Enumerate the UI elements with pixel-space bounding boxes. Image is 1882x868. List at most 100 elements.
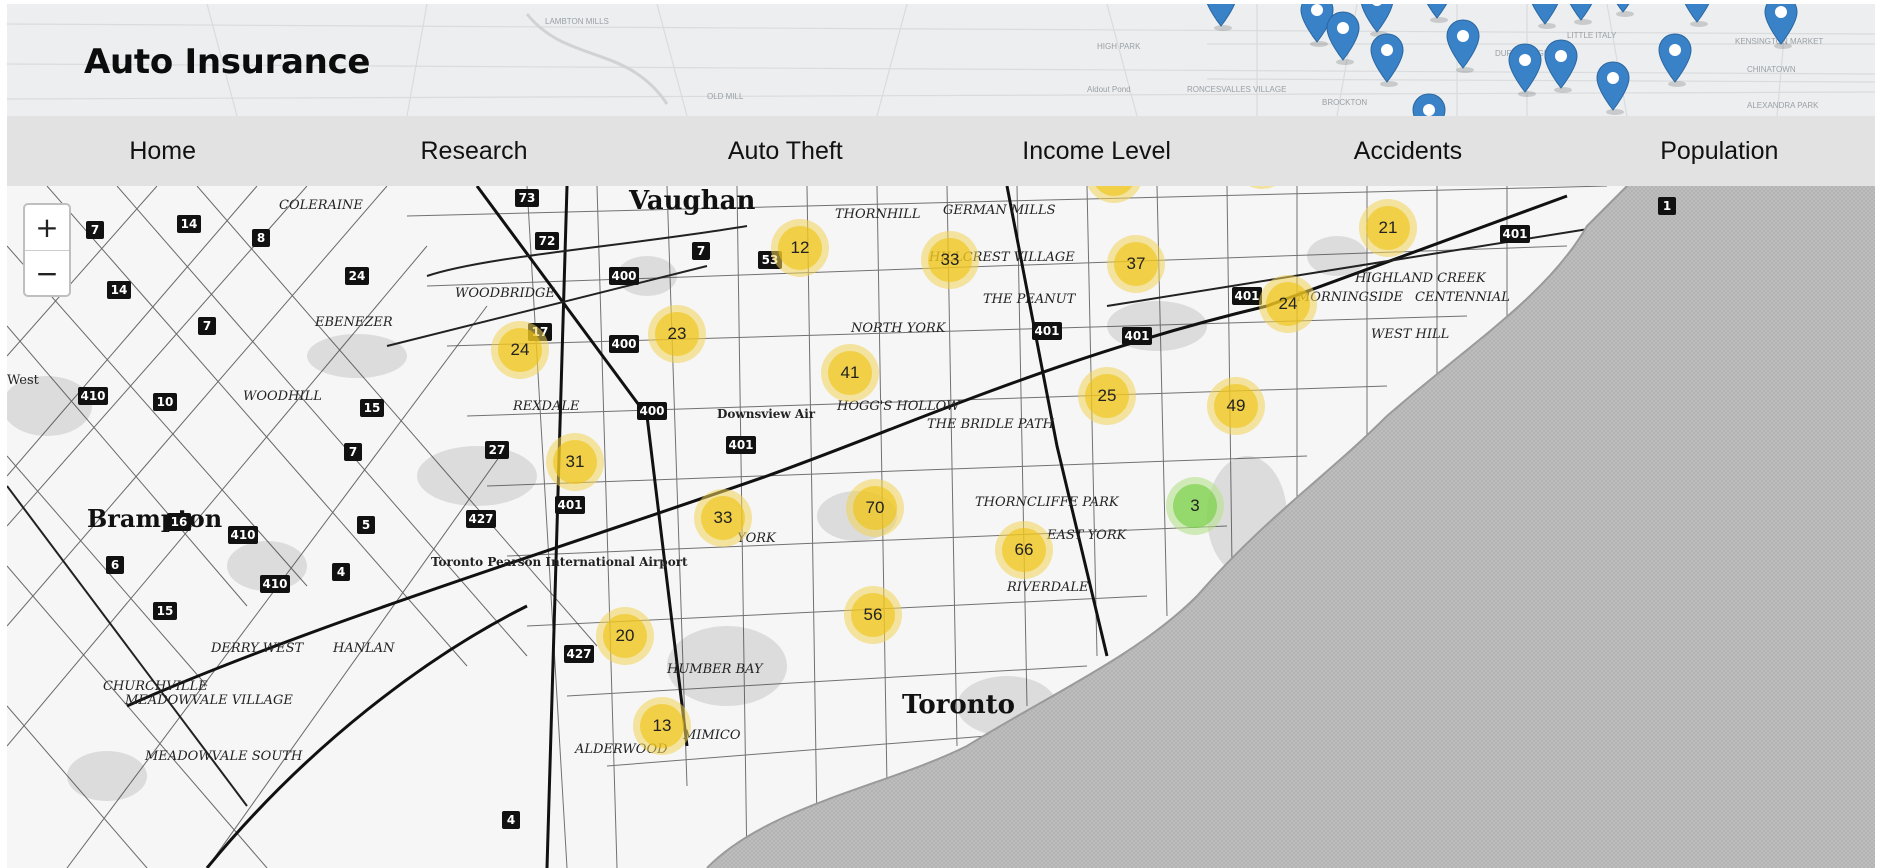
banner-label: RONCESVALLES VILLAGE [1187, 85, 1286, 94]
place-label: CENTENNIAL [1415, 290, 1510, 305]
svg-text:7: 7 [203, 319, 211, 333]
cluster-marker[interactable]: 20 [596, 607, 654, 665]
cluster-count: 31 [553, 440, 597, 484]
zoom-control: + − [23, 203, 71, 297]
cluster-marker[interactable]: 56 [844, 586, 902, 644]
svg-text:24: 24 [349, 269, 366, 283]
cluster-count: 37 [1114, 242, 1158, 286]
place-label: MEADOWVALE SOUTH [144, 749, 303, 764]
cluster-marker[interactable]: 3 [1166, 477, 1224, 535]
place-label: DERRY WEST [210, 641, 305, 656]
cluster-marker[interactable]: 21 [1359, 199, 1417, 257]
map-pin-icon [1326, 11, 1360, 65]
nav-income-level[interactable]: Income Level [941, 116, 1252, 186]
cluster-marker[interactable]: 24 [491, 321, 549, 379]
nav-auto-theft[interactable]: Auto Theft [630, 116, 941, 186]
cluster-count: 3 [1173, 484, 1217, 528]
svg-text:14: 14 [111, 283, 128, 297]
svg-text:427: 427 [468, 512, 493, 526]
highway-shield: 400 [637, 402, 667, 420]
nav-research[interactable]: Research [318, 116, 629, 186]
place-label: WEST HILL [1371, 327, 1449, 342]
svg-text:7: 7 [697, 244, 705, 258]
place-label: MEADOWVALE VILLAGE [124, 693, 293, 708]
cluster-marker[interactable]: 41 [821, 344, 879, 402]
highway-shield: 8 [252, 229, 270, 247]
svg-text:401: 401 [728, 438, 753, 452]
banner-label: BROCKTON [1322, 98, 1367, 107]
banner-label: ALEXANDRA PARK [1747, 101, 1819, 110]
highway-shield: 401 [726, 436, 756, 454]
cluster-marker[interactable]: 37 [1107, 235, 1165, 293]
zoom-in-button[interactable]: + [25, 205, 69, 250]
nav-accidents[interactable]: Accidents [1252, 116, 1563, 186]
place-label: NORTH YORK [850, 321, 947, 336]
svg-text:410: 410 [262, 577, 287, 591]
cluster-marker[interactable]: 24 [1259, 275, 1317, 333]
map-pin-icon [1596, 61, 1630, 115]
svg-text:1: 1 [1663, 199, 1671, 213]
svg-text:15: 15 [157, 604, 174, 618]
highway-shield: 401 [1122, 327, 1152, 345]
highway-shield: 15 [360, 399, 384, 417]
cluster-marker[interactable]: 33 [694, 489, 752, 547]
map-pin-icon [1206, 4, 1236, 31]
svg-text:7: 7 [349, 445, 357, 459]
cluster-count: 24 [498, 328, 542, 372]
svg-text:6: 6 [111, 558, 119, 572]
place-label: HUMBER BAY [666, 662, 764, 677]
highway-shield: 410 [78, 387, 108, 405]
map-pin-icon [1764, 4, 1798, 49]
cluster-marker[interactable]: 31 [546, 433, 604, 491]
cluster-marker[interactable]: 66 [995, 521, 1053, 579]
highway-shield: 10 [153, 393, 177, 411]
highway-shield: 401 [1032, 322, 1062, 340]
svg-text:410: 410 [230, 528, 255, 542]
nav-population[interactable]: Population [1564, 116, 1875, 186]
place-label: THORNCLIFFE PARK [975, 495, 1120, 510]
place-label: REXDALE [512, 399, 580, 414]
highway-shield: 16 [167, 513, 191, 531]
map-tiles: Vaughan Brampton Toronto COLERAINE WOODB… [7, 186, 1875, 868]
highway-shield: 73 [515, 189, 539, 207]
cluster-marker[interactable]: 13 [633, 697, 691, 755]
svg-text:16: 16 [171, 515, 188, 529]
cluster-map[interactable]: Vaughan Brampton Toronto COLERAINE WOODB… [7, 186, 1875, 868]
svg-text:5: 5 [362, 518, 370, 532]
svg-text:401: 401 [1234, 289, 1259, 303]
cluster-marker[interactable]: 70 [846, 479, 904, 537]
svg-text:27: 27 [489, 443, 506, 457]
highway-shield: 7 [198, 317, 216, 335]
place-label: CHURCHVILLE [103, 679, 208, 694]
cluster-count: 13 [640, 704, 684, 748]
highway-shield: 4 [502, 811, 520, 829]
cluster-marker[interactable]: 12 [771, 219, 829, 277]
nav-home[interactable]: Home [7, 116, 318, 186]
cluster-marker[interactable]: 25 [1078, 367, 1136, 425]
highway-shield: 5 [357, 516, 375, 534]
header-banner: LAMBTON MILLS HIGH PARK LITTLE ITALY DUF… [7, 4, 1875, 116]
place-label: HIGHLAND CREEK [1354, 271, 1487, 286]
highway-shield: 401 [555, 496, 585, 514]
map-pin-icon [1616, 4, 1634, 17]
cluster-marker[interactable]: 33 [921, 231, 979, 289]
highway-shield: 4 [332, 563, 350, 581]
highway-shield: 6 [106, 556, 124, 574]
highway-shield: 7 [344, 443, 362, 461]
highway-shield: 410 [228, 526, 258, 544]
cluster-marker[interactable]: 49 [1207, 377, 1265, 435]
cluster-marker[interactable]: 23 [648, 305, 706, 363]
map-pin-icon [1531, 4, 1559, 29]
map-pin-icon [1658, 33, 1692, 87]
place-label: THORNHILL [835, 207, 921, 222]
place-label: EAST YORK [1046, 528, 1128, 543]
highway-shield: 72 [535, 232, 559, 250]
highway-shield: 24 [345, 267, 369, 285]
highway-shield: 14 [177, 215, 201, 233]
cluster-count: 33 [701, 496, 745, 540]
highway-shield: 7 [86, 221, 104, 239]
svg-text:410: 410 [80, 389, 105, 403]
map-pin-icon [1544, 39, 1578, 93]
zoom-out-button[interactable]: − [25, 250, 69, 296]
svg-text:4: 4 [507, 813, 515, 827]
